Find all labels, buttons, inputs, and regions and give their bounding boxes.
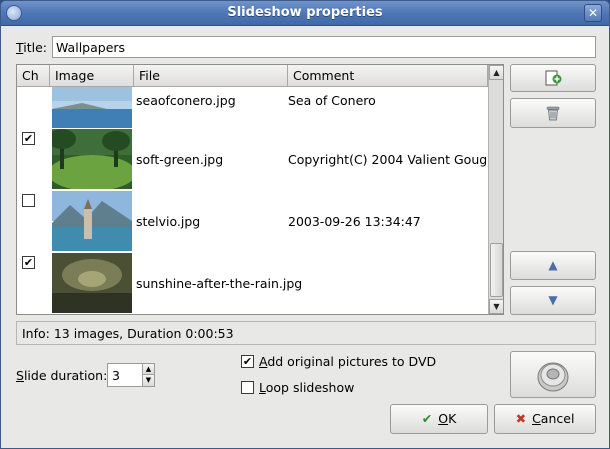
thumbnail-soft-green bbox=[52, 129, 132, 189]
column-header-ch[interactable]: Ch bbox=[17, 65, 50, 87]
titlebar: Slideshow properties ✕ bbox=[1, 1, 609, 26]
comment: Sea of Conero bbox=[288, 93, 376, 108]
cancel-label-rest: ancel bbox=[540, 411, 575, 426]
include-checkbox[interactable]: ✔ bbox=[22, 256, 35, 269]
add-original-label-rest: dd original pictures to DVD bbox=[267, 354, 437, 369]
add-original-label[interactable]: Add original pictures to DVD bbox=[259, 354, 436, 369]
thumbnail-seaofconero bbox=[52, 87, 132, 128]
close-button[interactable]: ✕ bbox=[584, 4, 602, 22]
title-input[interactable]: Wallpapers bbox=[52, 36, 596, 58]
add-original-checkbox[interactable]: ✔ bbox=[241, 355, 254, 368]
slide-duration-spinner[interactable]: 3 ▲ ▼ bbox=[107, 363, 155, 387]
cancel-icon: ✖ bbox=[515, 411, 527, 426]
slide-duration-value[interactable]: 3 bbox=[112, 368, 120, 383]
table-row[interactable]: stelvio.jpg 2003-09-26 13:34:47 bbox=[17, 190, 487, 252]
scroll-down-icon[interactable]: ▼ bbox=[489, 299, 503, 314]
scroll-up-icon[interactable]: ▲ bbox=[489, 65, 503, 80]
file-name: stelvio.jpg bbox=[136, 214, 201, 229]
column-header-image[interactable]: Image bbox=[50, 65, 134, 87]
table-row[interactable]: ✔ sunshine-after-the-rain.jpg bbox=[17, 252, 487, 314]
ok-mnemonic: O bbox=[438, 411, 449, 426]
remove-images-button[interactable] bbox=[510, 98, 596, 128]
audio-button[interactable] bbox=[510, 351, 596, 398]
ok-icon: ✔ bbox=[421, 411, 433, 426]
ok-button[interactable]: ✔ OK bbox=[390, 404, 488, 434]
column-header-file[interactable]: File bbox=[134, 65, 288, 87]
cancel-button[interactable]: ✖ Cancel bbox=[494, 404, 596, 434]
slideshow-properties-dialog: Slideshow properties ✕ Title: Wallpapers… bbox=[0, 0, 610, 449]
include-checkbox[interactable] bbox=[22, 194, 35, 207]
move-up-button[interactable]: ▲ bbox=[510, 251, 596, 280]
comment: 2003-09-26 13:34:47 bbox=[288, 214, 421, 229]
loop-label-rest: oop slideshow bbox=[265, 380, 355, 395]
title-label: Title: bbox=[16, 40, 47, 55]
include-checkbox[interactable]: ✔ bbox=[22, 132, 35, 145]
trash-icon bbox=[546, 106, 560, 121]
file-name: soft-green.jpg bbox=[136, 152, 224, 167]
ok-label-rest: K bbox=[448, 411, 457, 426]
cancel-mnemonic: C bbox=[532, 411, 541, 426]
scrollbar-thumb[interactable] bbox=[490, 243, 503, 297]
window-title: Slideshow properties bbox=[227, 5, 383, 20]
info-bar: Info: 13 images, Duration 0:00:53 bbox=[16, 321, 596, 345]
add-images-button[interactable] bbox=[510, 64, 596, 92]
loop-slideshow-label[interactable]: Loop slideshow bbox=[259, 380, 354, 395]
file-name: sunshine-after-the-rain.jpg bbox=[136, 276, 303, 291]
slide-duration-label: Slide duration: bbox=[16, 368, 107, 383]
thumbnail-stelvio bbox=[52, 191, 132, 251]
loop-slideshow-checkbox[interactable] bbox=[241, 381, 254, 394]
slide-duration-mnemonic: S bbox=[16, 368, 24, 383]
title-label-rest: itle: bbox=[23, 40, 48, 55]
column-header-comment[interactable]: Comment bbox=[288, 65, 488, 87]
file-name: seaofconero.jpg bbox=[136, 93, 236, 108]
loop-mnemonic: L bbox=[259, 380, 266, 395]
table-row[interactable]: ✔ soft-green.jpg Copyright(C) 2004 Valie… bbox=[17, 128, 495, 190]
comment: Copyright(C) 2004 Valient Gough bbox=[288, 152, 496, 167]
image-list[interactable]: Ch Image File Comment seaofconero.jpg Se… bbox=[16, 64, 504, 315]
spinner-up-icon[interactable]: ▲ bbox=[142, 364, 154, 375]
slide-duration-label-rest: lide duration: bbox=[23, 368, 108, 383]
spinner-down-icon[interactable]: ▼ bbox=[142, 375, 154, 386]
table-row[interactable]: seaofconero.jpg Sea of Conero bbox=[17, 87, 487, 128]
thumbnail-sunshine-after-the-rain bbox=[52, 253, 132, 313]
list-scrollbar[interactable]: ▲ ▼ bbox=[488, 65, 503, 314]
move-down-button[interactable]: ▼ bbox=[510, 286, 596, 315]
speaker-icon bbox=[537, 362, 569, 392]
add-image-icon bbox=[545, 70, 562, 86]
